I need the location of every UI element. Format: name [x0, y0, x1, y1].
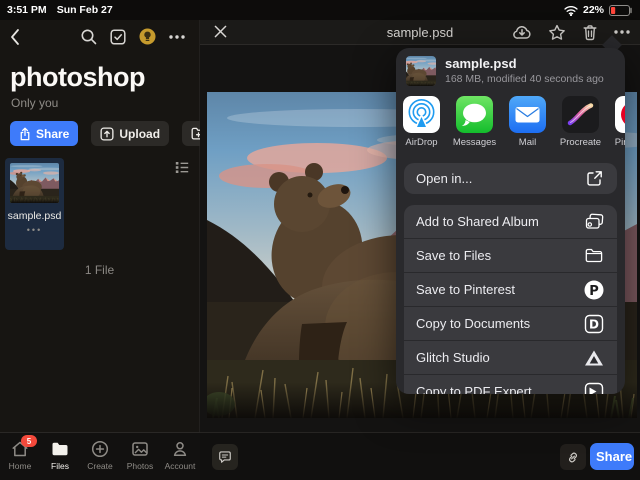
tab-files[interactable]: Files: [40, 433, 80, 480]
app-pinterest[interactable]: P Pinterest: [615, 96, 625, 154]
svg-text:D: D: [589, 317, 599, 331]
tab-photos-label: Photos: [127, 461, 153, 471]
share-file-button[interactable]: Share: [590, 443, 634, 470]
select-icon[interactable]: [110, 29, 126, 45]
sidebar-more-icon[interactable]: [169, 35, 185, 39]
tab-account[interactable]: Account: [160, 433, 200, 480]
battery-icon: [609, 5, 633, 16]
folder-title: photoshop: [10, 64, 199, 91]
file-more-icon[interactable]: •••: [5, 225, 64, 235]
action-glitch-studio-label: Glitch Studio: [416, 350, 490, 365]
share-sheet-filename: sample.psd: [445, 57, 604, 72]
battery-percent: 22%: [583, 4, 604, 16]
app-mail-label: Mail: [519, 137, 536, 148]
mail-icon: [509, 96, 546, 133]
tab-create-label: Create: [87, 461, 113, 471]
share-sheet-meta: 168 MB, modified 40 seconds ago: [445, 73, 604, 85]
home-badge: 5: [21, 435, 37, 447]
messages-icon: [456, 96, 493, 133]
svg-text:P: P: [589, 284, 599, 299]
action-open-in-label: Open in...: [416, 171, 472, 186]
trash-icon[interactable]: [582, 24, 598, 41]
tab-create[interactable]: Create: [80, 433, 120, 480]
pinterest-icon: P: [583, 280, 605, 300]
share-sheet-header: sample.psd 168 MB, modified 40 seconds a…: [396, 48, 625, 92]
app-procreate[interactable]: Procreate: [562, 96, 599, 154]
action-save-to-files[interactable]: Save to Files: [404, 238, 617, 272]
wifi-icon: [564, 5, 578, 16]
folder-subtitle: Only you: [11, 96, 199, 110]
action-save-to-pinterest-label: Save to Pinterest: [416, 282, 515, 297]
app-mail[interactable]: Mail: [509, 96, 546, 154]
shared-album-icon: [583, 213, 605, 230]
app-messages[interactable]: Messages: [456, 96, 493, 154]
tab-home-label: Home: [9, 461, 32, 471]
airdrop-icon: [403, 96, 440, 133]
tab-account-label: Account: [165, 461, 196, 471]
tab-bar: 5 Home Files Create Photos Acco: [0, 432, 200, 480]
create-icon: [91, 440, 109, 458]
sidebar: photoshop Only you Share Upload Folder N…: [0, 20, 200, 432]
app-pinterest-label: Pinterest: [615, 137, 625, 148]
share-apps-row: AirDrop Messages Mail Procreate: [396, 92, 625, 154]
action-copy-to-pdf-expert-label: Copy to PDF Expert: [416, 384, 532, 394]
tab-home[interactable]: 5 Home: [0, 433, 40, 480]
action-open-in[interactable]: Open in...: [404, 163, 617, 194]
tab-photos[interactable]: Photos: [120, 433, 160, 480]
action-add-shared-album-label: Add to Shared Album: [416, 214, 539, 229]
action-add-shared-album[interactable]: Add to Shared Album: [404, 205, 617, 238]
share-sheet: sample.psd 168 MB, modified 40 seconds a…: [396, 48, 625, 394]
account-icon: [171, 440, 189, 458]
action-glitch-studio[interactable]: Glitch Studio: [404, 340, 617, 374]
download-icon[interactable]: [512, 23, 532, 41]
action-copy-to-documents-label: Copy to Documents: [416, 316, 530, 331]
notification-icon[interactable]: [139, 28, 156, 45]
preview-more-icon[interactable]: [614, 30, 630, 34]
app-screen: 3:51 PM Sun Feb 27 22%: [0, 0, 640, 480]
procreate-icon: [562, 96, 599, 133]
preview-toolbar: Share: [200, 432, 640, 480]
file-count: 1 File: [0, 263, 199, 277]
search-icon[interactable]: [80, 28, 97, 45]
files-folder-icon: [583, 248, 605, 263]
link-icon[interactable]: [560, 444, 586, 470]
file-name: sample.psd: [5, 210, 64, 222]
action-copy-to-pdf-expert[interactable]: Copy to PDF Expert: [404, 374, 617, 394]
date: Sun Feb 27: [57, 4, 113, 16]
status-bar: 3:51 PM Sun Feb 27 22%: [0, 0, 640, 20]
photos-icon: [131, 440, 149, 458]
action-save-to-pinterest[interactable]: Save to Pinterest P: [404, 272, 617, 306]
preview-header: sample.psd: [200, 20, 640, 45]
star-icon[interactable]: [548, 24, 566, 41]
back-button[interactable]: [8, 28, 20, 46]
clock: 3:51 PM: [7, 4, 47, 16]
app-airdrop-label: AirDrop: [405, 137, 437, 148]
home-icon: 5: [11, 440, 29, 458]
glitch-studio-icon: [583, 349, 605, 367]
pdf-expert-icon: [583, 382, 605, 395]
files-icon: [51, 440, 69, 458]
upload-label: Upload: [119, 127, 160, 141]
app-airdrop[interactable]: AirDrop: [403, 96, 440, 154]
view-mode-icon[interactable]: [175, 161, 189, 174]
pinterest-app-icon: P: [615, 96, 625, 133]
share-folder-button[interactable]: Share: [10, 121, 78, 146]
app-procreate-label: Procreate: [560, 137, 601, 148]
action-copy-to-documents[interactable]: Copy to Documents D: [404, 306, 617, 340]
share-sheet-thumbnail: [406, 56, 436, 86]
documents-icon: D: [583, 314, 605, 334]
tab-files-label: Files: [51, 461, 69, 471]
file-thumbnail: [10, 163, 59, 203]
upload-button[interactable]: Upload: [91, 121, 169, 146]
app-messages-label: Messages: [453, 137, 496, 148]
open-in-icon: [583, 170, 605, 187]
action-save-to-files-label: Save to Files: [416, 248, 491, 263]
comment-icon[interactable]: [212, 444, 238, 470]
file-tile[interactable]: sample.psd •••: [5, 158, 64, 250]
share-folder-label: Share: [36, 127, 69, 141]
